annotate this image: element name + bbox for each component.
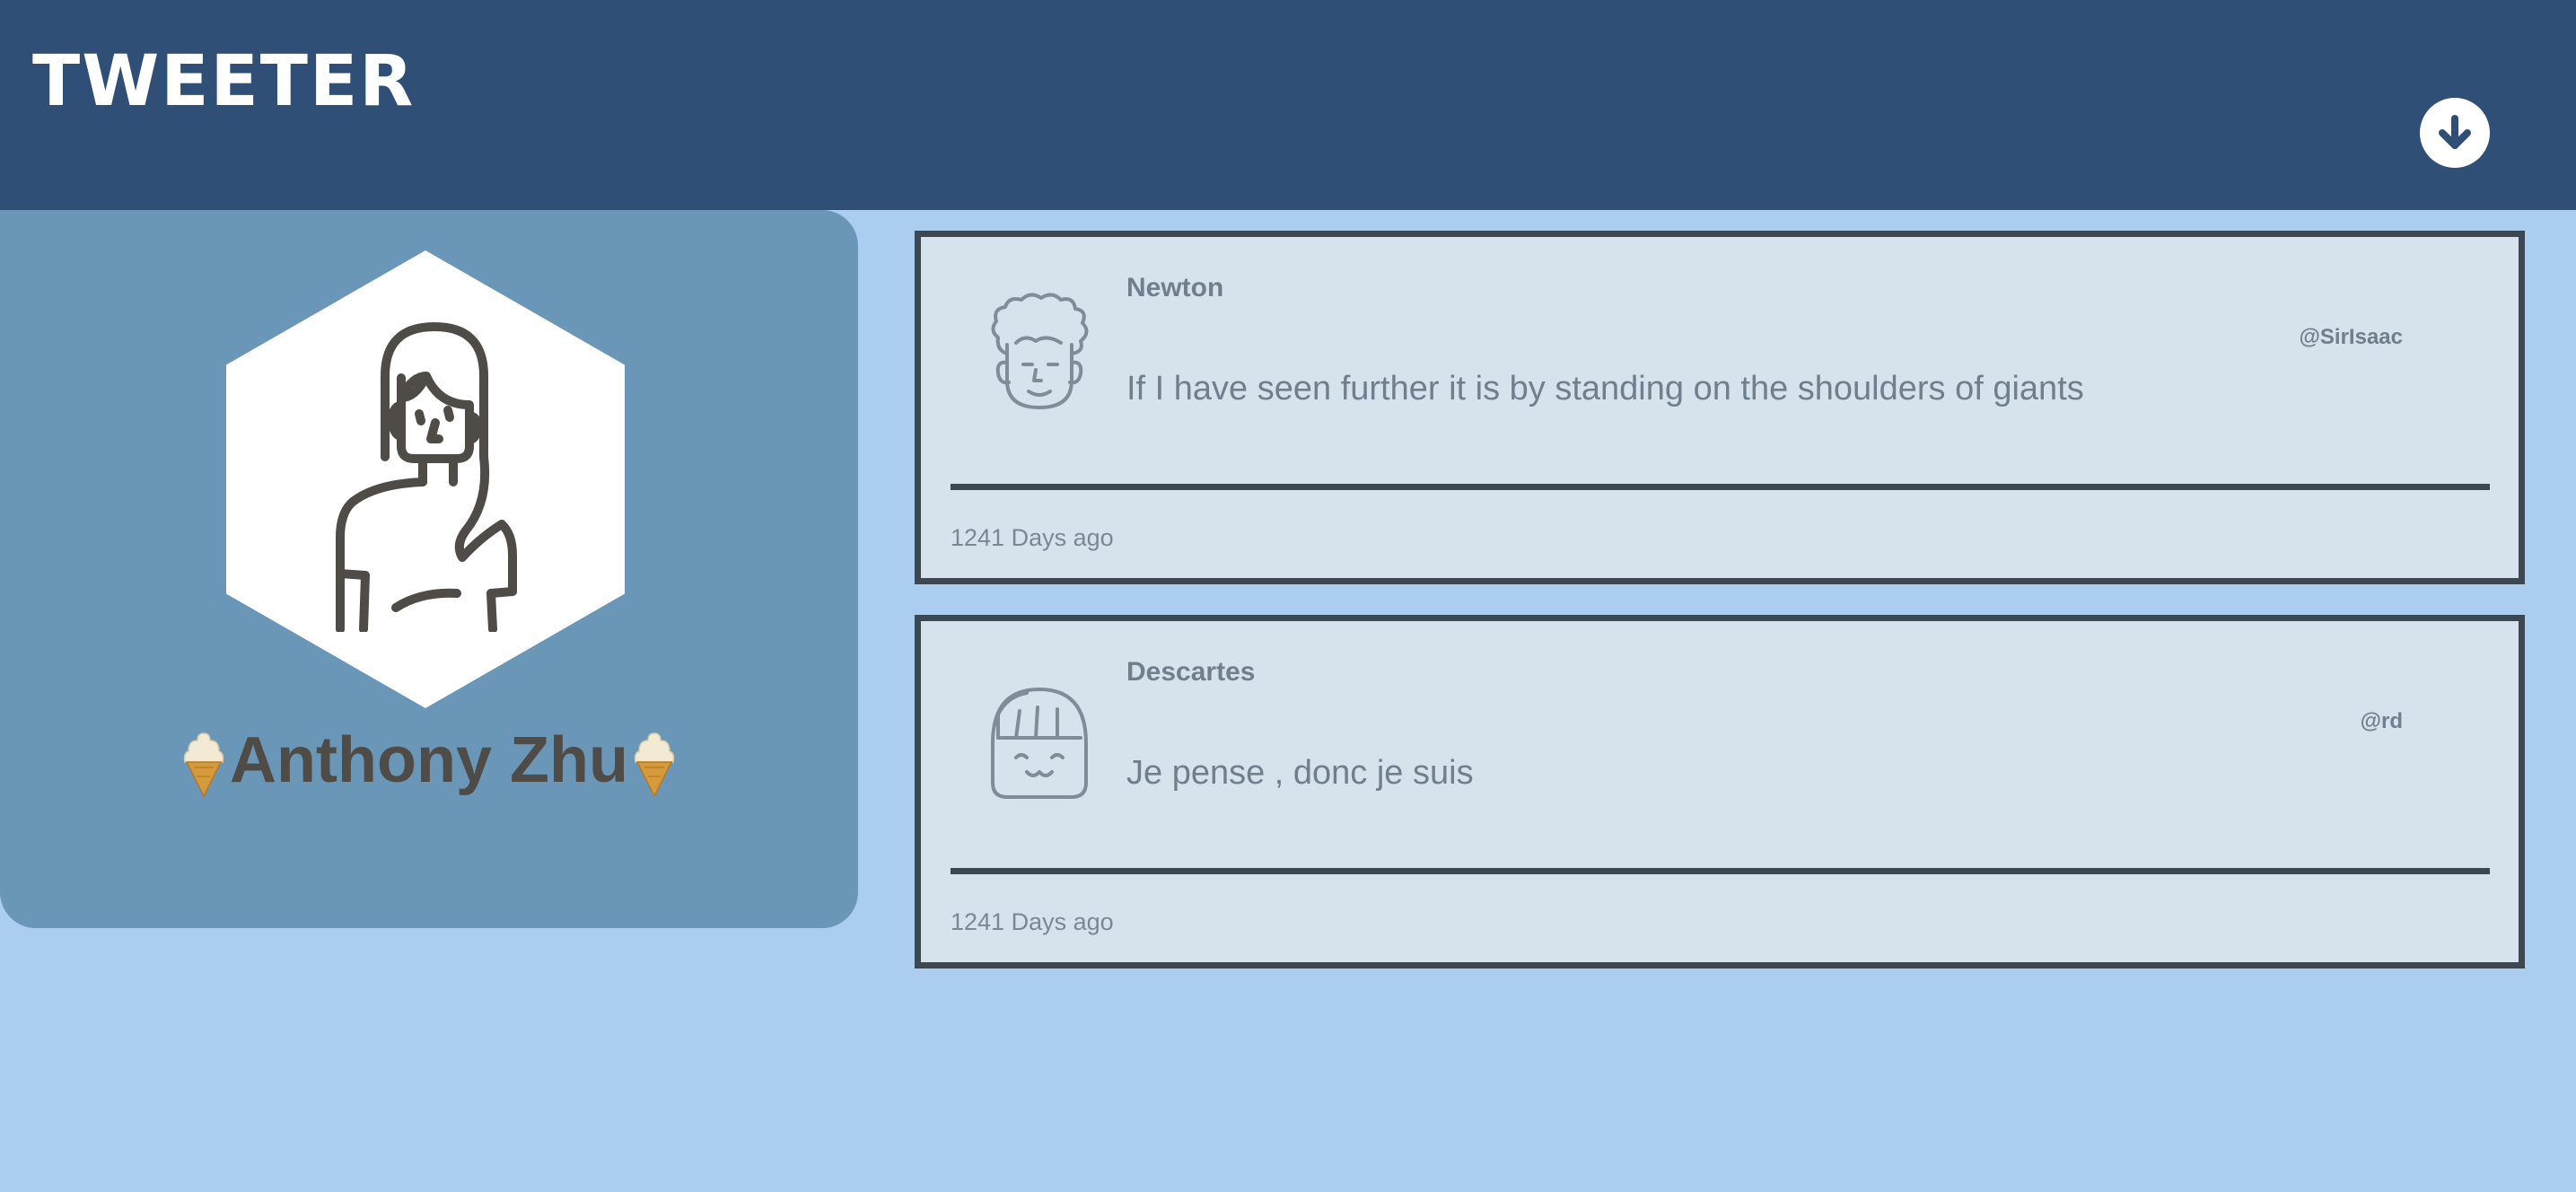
write-tweet-toggle-button[interactable]	[2420, 98, 2490, 168]
woman-avatar-icon	[336, 322, 517, 632]
tweet-text: Je pense , donc je suis	[1126, 754, 1474, 792]
app-header: TWEETER	[0, 0, 2576, 210]
bangs-avatar-icon	[991, 688, 1088, 799]
tweet-text: If I have seen further it is by standing…	[1126, 370, 2084, 408]
tweet-timestamp: 1241 Days ago	[951, 524, 1114, 551]
tweet-card[interactable]: Newton @SirIsaac If I have seen further …	[915, 231, 2525, 584]
arrow-down-circle-icon	[2439, 115, 2471, 149]
curly-hair-avatar-icon	[991, 293, 1089, 409]
tweet-divider	[951, 484, 2490, 490]
ice-cream-cone-icon	[634, 732, 675, 798]
profile-avatar-frame	[226, 250, 625, 708]
tweet-author: Descartes	[1126, 657, 1256, 687]
tweet-card[interactable]: Descartes @rd Je pense , donc je suis 12…	[915, 615, 2525, 968]
profile-card: Anthony Zhu	[0, 210, 858, 928]
tweet-timestamp: 1241 Days ago	[951, 908, 1114, 935]
tweet-handle[interactable]: @SirIsaac	[2300, 325, 2403, 350]
tweet-divider	[951, 868, 2490, 874]
tweet-handle[interactable]: @rd	[2361, 709, 2403, 734]
tweet-author: Newton	[1126, 273, 1224, 302]
app-logo-title: TWEETER	[32, 41, 416, 122]
profile-name-text: Anthony Zhu	[230, 724, 628, 796]
profile-name: Anthony Zhu	[0, 722, 858, 799]
ice-cream-cone-icon	[183, 732, 224, 798]
